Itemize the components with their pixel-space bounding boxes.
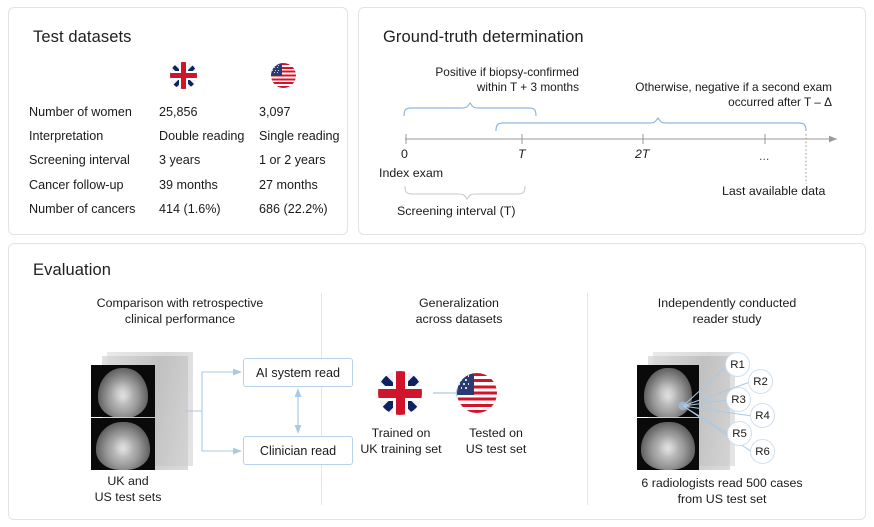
table-row-label: Number of women xyxy=(29,105,132,119)
table-cell-uk: 25,856 xyxy=(159,105,198,119)
reader-badge-label: R2 xyxy=(753,376,768,388)
table-cell-us: Single reading xyxy=(259,129,340,143)
reader-badge-label: R1 xyxy=(730,359,745,371)
page-title-test-datasets: Test datasets xyxy=(33,28,132,47)
axis-tick-label-T: T xyxy=(518,147,526,161)
reader-badge-r5[interactable]: R5 xyxy=(727,421,752,446)
reader-badge-r4[interactable]: R4 xyxy=(750,403,775,428)
panel-ground-truth: Ground-truth determination Positive if b… xyxy=(358,7,866,235)
axis-tick-label-ellipsis: ... xyxy=(759,149,769,163)
reader-badge-label: R3 xyxy=(731,394,746,406)
panel-test-datasets: Test datasets Number of women xyxy=(8,7,348,235)
timeline-graphics xyxy=(359,8,867,236)
reader-badge-label: R5 xyxy=(732,428,747,440)
table-cell-us: 686 (22.2%) xyxy=(259,202,328,216)
uk-flag-icon xyxy=(170,62,197,89)
table-row-label: Number of cancers xyxy=(29,202,135,216)
label-last-available-data: Last available data xyxy=(722,184,825,198)
caption-reader-study: 6 radiologists read 500 cases from US te… xyxy=(597,476,847,507)
table-cell-us: 27 months xyxy=(259,178,318,192)
table-row-label: Interpretation xyxy=(29,129,103,143)
reader-badge-r1[interactable]: R1 xyxy=(725,352,750,377)
table-cell-us: 3,097 xyxy=(259,105,291,119)
reader-badge-label: R4 xyxy=(755,410,770,422)
table-row-label: Screening interval xyxy=(29,153,130,167)
reader-badge-r3[interactable]: R3 xyxy=(726,387,751,412)
label-screening-interval: Screening interval (T) xyxy=(397,204,515,218)
label-index-exam: Index exam xyxy=(379,166,443,180)
reader-badge-label: R6 xyxy=(755,446,770,458)
table-cell-us: 1 or 2 years xyxy=(259,153,326,167)
table-cell-uk: Double reading xyxy=(159,129,244,143)
table-cell-uk: 414 (1.6%) xyxy=(159,202,221,216)
axis-tick-label-0: 0 xyxy=(401,147,408,161)
reader-badge-r6[interactable]: R6 xyxy=(750,439,775,464)
table-cell-uk: 3 years xyxy=(159,153,200,167)
table-row-label: Cancer follow-up xyxy=(29,178,124,192)
table-cell-uk: 39 months xyxy=(159,178,218,192)
us-flag-icon xyxy=(271,63,296,88)
reader-badge-r2[interactable]: R2 xyxy=(748,369,773,394)
panel-evaluation: Evaluation Comparison with retrospective… xyxy=(8,243,866,520)
axis-tick-label-2T: 2T xyxy=(635,147,649,161)
